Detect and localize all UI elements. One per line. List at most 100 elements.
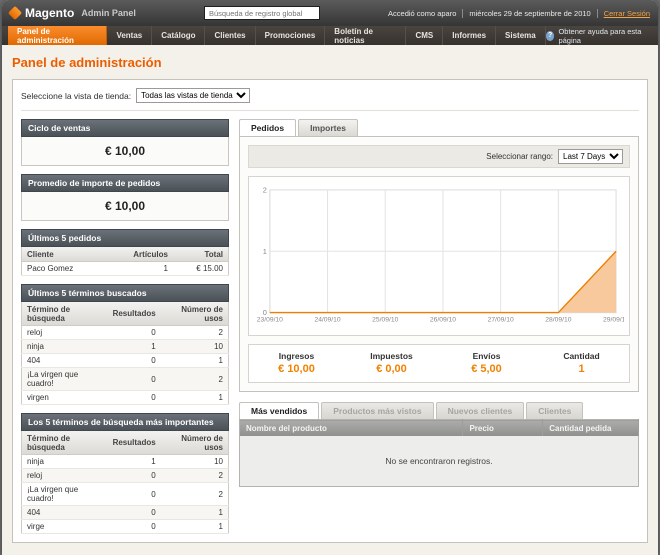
total-label: Envíos bbox=[439, 351, 534, 361]
help-label: Obtener ayuda para esta página bbox=[558, 27, 652, 45]
nav-item-catalogo[interactable]: Catálogo bbox=[152, 26, 205, 45]
last-orders-table: Cliente Artículos Total Paco Gomez 1 € 1… bbox=[21, 247, 229, 276]
lifetime-sales-value: € 10,00 bbox=[21, 137, 229, 166]
right-column: Pedidos Importes Seleccionar rango: Last… bbox=[239, 119, 639, 487]
cell-term: reloj bbox=[22, 469, 108, 483]
total-label: Cantidad bbox=[534, 351, 629, 361]
table-row[interactable]: 404 0 1 bbox=[22, 506, 229, 520]
help-icon: ? bbox=[546, 31, 555, 41]
cell-customer: Paco Gomez bbox=[22, 262, 107, 276]
cell-results: 0 bbox=[108, 469, 161, 483]
column-header: Número de usos bbox=[161, 302, 229, 326]
table-row[interactable]: virge 0 1 bbox=[22, 520, 229, 534]
logged-in-as: Accedió como aparo bbox=[388, 9, 456, 18]
cell-uses: 2 bbox=[161, 368, 229, 391]
logout-link[interactable]: Cerrar Sesión bbox=[604, 9, 650, 18]
table-row[interactable]: ninja 1 10 bbox=[22, 340, 229, 354]
cell-term: virge bbox=[22, 520, 108, 534]
bottom-tabs: Más vendidos Productos más vistos Nuevos… bbox=[239, 402, 639, 419]
table-row[interactable]: virgen 0 1 bbox=[22, 391, 229, 405]
column-header: Precio bbox=[463, 420, 543, 437]
last-orders-box: Últimos 5 pedidos Cliente Artículos Tota… bbox=[21, 229, 229, 276]
column-header: Cliente bbox=[22, 247, 107, 262]
nav-item-boletin[interactable]: Boletín de noticias bbox=[325, 26, 406, 45]
cell-uses: 1 bbox=[161, 391, 229, 405]
cell-uses: 2 bbox=[161, 326, 229, 340]
total-envios: Envíos € 5,00 bbox=[439, 351, 534, 375]
table-row[interactable]: reloj 0 2 bbox=[22, 469, 229, 483]
help-link[interactable]: ? Obtener ayuda para esta página bbox=[546, 26, 652, 45]
magento-logo[interactable]: Magento Admin Panel bbox=[10, 6, 136, 20]
store-switcher: Seleccione la vista de tienda: Todas las… bbox=[21, 88, 639, 111]
cell-uses: 2 bbox=[161, 469, 229, 483]
nav-item-dashboard[interactable]: Panel de administración bbox=[8, 26, 107, 45]
page-body: Panel de administración Seleccione la vi… bbox=[2, 45, 658, 555]
box-title: Últimos 5 términos buscados bbox=[21, 284, 229, 302]
totals-bar: Ingresos € 10,00 Impuestos € 0,00 Envíos… bbox=[248, 344, 630, 383]
table-row[interactable]: ¡La virgen que cuadro! 0 2 bbox=[22, 483, 229, 506]
global-search-input[interactable] bbox=[204, 6, 320, 20]
table-row[interactable]: 404 0 1 bbox=[22, 354, 229, 368]
range-selector-row: Seleccionar rango: Last 7 Days bbox=[248, 145, 630, 168]
last-search-terms-box: Últimos 5 términos buscados Término de b… bbox=[21, 284, 229, 405]
cell-term: ¡La virgen que cuadro! bbox=[22, 483, 108, 506]
orders-chart-svg: 01223/09/1024/09/1025/09/1026/09/1027/09… bbox=[254, 182, 624, 330]
bestsellers-grid: Nombre del producto Precio Cantidad pedi… bbox=[239, 419, 639, 487]
tab-mas-vendidos[interactable]: Más vendidos bbox=[239, 402, 319, 419]
top-header-bar: Magento Admin Panel Accedió como aparo m… bbox=[2, 0, 658, 26]
cell-term: ninja bbox=[22, 340, 108, 354]
cell-term: reloj bbox=[22, 326, 108, 340]
header-user-info: Accedió como aparo miércoles 29 de septi… bbox=[388, 9, 650, 18]
nav-item-informes[interactable]: Informes bbox=[443, 26, 496, 45]
svg-text:26/09/10: 26/09/10 bbox=[430, 316, 456, 323]
orders-chart: 01223/09/1024/09/1025/09/1026/09/1027/09… bbox=[248, 176, 630, 336]
range-label: Seleccionar rango: bbox=[486, 152, 553, 161]
tab-pedidos[interactable]: Pedidos bbox=[239, 119, 296, 136]
cell-uses: 10 bbox=[161, 340, 229, 354]
last-search-terms-table: Término de búsqueda Resultados Número de… bbox=[21, 302, 229, 405]
main-navbar: Panel de administración Ventas Catálogo … bbox=[2, 26, 658, 45]
store-view-label: Seleccione la vista de tienda: bbox=[21, 91, 131, 101]
cell-results: 0 bbox=[108, 483, 161, 506]
cell-term: virgen bbox=[22, 391, 108, 405]
cell-results: 0 bbox=[108, 520, 161, 534]
magento-logo-icon bbox=[8, 6, 22, 20]
global-search bbox=[204, 6, 320, 20]
content-panel: Seleccione la vista de tienda: Todas las… bbox=[12, 79, 648, 543]
left-column: Ciclo de ventas € 10,00 Promedio de impo… bbox=[21, 119, 229, 534]
cell-results: 0 bbox=[108, 506, 161, 520]
box-title: Promedio de importe de pedidos bbox=[21, 174, 229, 192]
cell-term: ninja bbox=[22, 455, 108, 469]
range-select[interactable]: Last 7 Days bbox=[558, 149, 623, 164]
average-orders-box: Promedio de importe de pedidos € 10,00 bbox=[21, 174, 229, 221]
column-header: Resultados bbox=[108, 431, 161, 455]
table-row[interactable]: ¡La virgen que cuadro! 0 2 bbox=[22, 368, 229, 391]
header-date: miércoles 29 de septiembre de 2010 bbox=[469, 9, 590, 18]
orders-tab-panel: Seleccionar rango: Last 7 Days 01223/09/… bbox=[239, 136, 639, 392]
empty-grid-message: No se encontraron registros. bbox=[240, 436, 639, 487]
column-header: Término de búsqueda bbox=[22, 431, 108, 455]
svg-text:24/09/10: 24/09/10 bbox=[314, 316, 340, 323]
svg-text:1: 1 bbox=[263, 247, 267, 256]
top-search-terms-table: Término de búsqueda Resultados Número de… bbox=[21, 431, 229, 534]
table-row[interactable]: ninja 1 10 bbox=[22, 455, 229, 469]
cell-results: 0 bbox=[108, 391, 161, 405]
cell-total: € 15.00 bbox=[173, 262, 229, 276]
total-cantidad: Cantidad 1 bbox=[534, 351, 629, 375]
total-label: Impuestos bbox=[344, 351, 439, 361]
nav-item-ventas[interactable]: Ventas bbox=[107, 26, 152, 45]
svg-text:25/09/10: 25/09/10 bbox=[372, 316, 398, 323]
table-row[interactable]: Paco Gomez 1 € 15.00 bbox=[22, 262, 229, 276]
nav-item-cms[interactable]: CMS bbox=[406, 26, 443, 45]
store-view-select[interactable]: Todas las vistas de tienda bbox=[136, 88, 250, 103]
column-header: Cantidad pedida bbox=[543, 420, 639, 437]
svg-text:23/09/10: 23/09/10 bbox=[257, 316, 283, 323]
nav-item-promociones[interactable]: Promociones bbox=[256, 26, 326, 45]
column-header: Nombre del producto bbox=[240, 420, 463, 437]
table-row[interactable]: reloj 0 2 bbox=[22, 326, 229, 340]
nav-item-clientes[interactable]: Clientes bbox=[205, 26, 255, 45]
cell-term: ¡La virgen que cuadro! bbox=[22, 368, 108, 391]
divider bbox=[597, 9, 598, 18]
tab-importes[interactable]: Importes bbox=[298, 119, 358, 136]
nav-item-sistema[interactable]: Sistema bbox=[496, 26, 546, 45]
